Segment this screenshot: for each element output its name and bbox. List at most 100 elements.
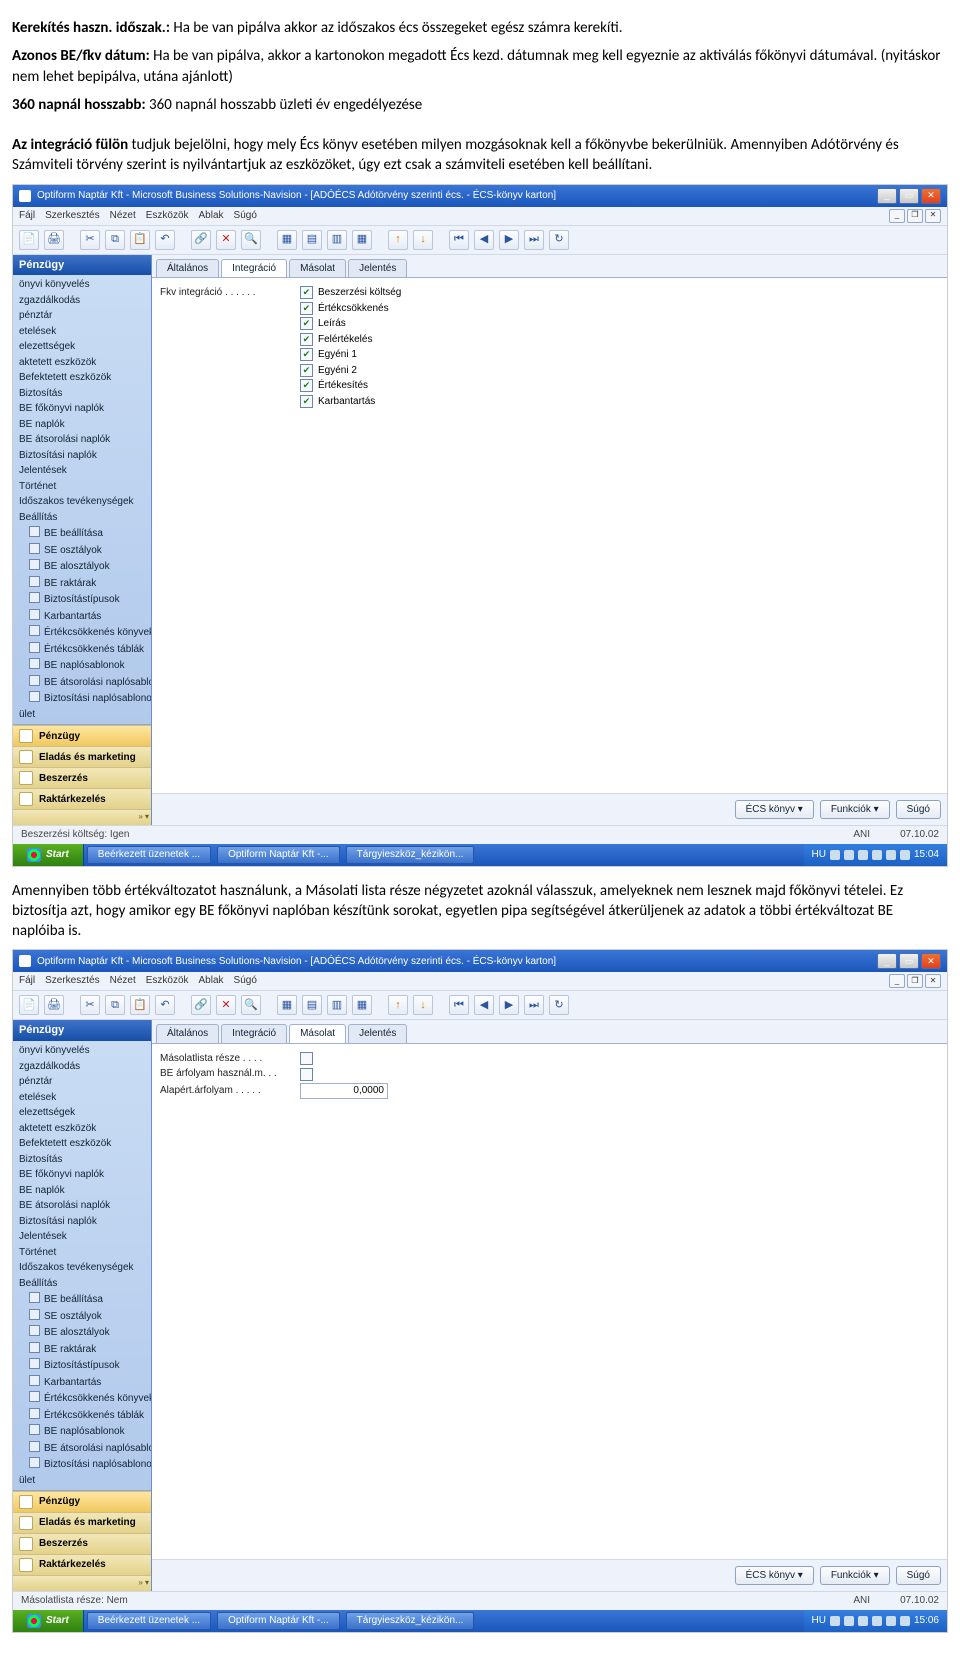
sidebar-subitem[interactable]: Karbantartás — [13, 1374, 151, 1391]
nav-icon[interactable]: ▥ — [327, 230, 347, 250]
sidebar-item[interactable]: ület — [13, 707, 151, 723]
sidebar-item[interactable]: Jelentések — [13, 463, 151, 479]
sidebar-item[interactable]: Időszakos tevékenységek — [13, 494, 151, 510]
checkbox[interactable] — [300, 348, 313, 361]
sidebar-item[interactable]: Történet — [13, 1245, 151, 1261]
next-record-icon[interactable]: ▶ — [499, 230, 519, 250]
sidebar-expand-icon[interactable]: » ▾ — [13, 809, 151, 825]
sidebar-item[interactable]: pénztár — [13, 308, 151, 324]
sort-asc-icon[interactable]: ↑ — [388, 995, 408, 1015]
sidebar-item[interactable]: Jelentések — [13, 1229, 151, 1245]
minimize-button[interactable]: _ — [877, 953, 897, 969]
sidebar-tree[interactable]: önyvi könyvelészgazdálkodáspénztáretelés… — [13, 1041, 151, 1490]
checkbox[interactable] — [300, 395, 313, 408]
menu-item[interactable]: Nézet — [110, 209, 136, 223]
taskbar-item[interactable]: Beérkezett üzenetek ... — [87, 846, 211, 864]
sidebar-section-warehouse[interactable]: Raktárkezelés — [13, 788, 151, 809]
cut-icon[interactable]: ✂ — [80, 230, 100, 250]
find-icon[interactable]: 🔍 — [241, 995, 261, 1015]
new-icon[interactable]: 📄 — [19, 995, 39, 1015]
sidebar-subitem[interactable]: Értékcsökkenés táblák — [13, 1407, 151, 1424]
sidebar-section-finance[interactable]: Pénzügy — [13, 725, 151, 746]
menu-item[interactable]: Súgó — [234, 209, 257, 223]
ecs-book-button[interactable]: ÉCS könyv ▾ — [735, 800, 814, 820]
checkbox[interactable] — [300, 379, 313, 392]
list-icon[interactable]: ▦ — [277, 230, 297, 250]
checkbox[interactable] — [300, 286, 313, 299]
sidebar-item[interactable]: Időszakos tevékenységek — [13, 1260, 151, 1276]
maximize-button[interactable]: ▭ — [899, 188, 919, 204]
sidebar-subitem[interactable]: Biztosítási naplósablonok — [13, 690, 151, 707]
print-icon[interactable]: 🖨 — [44, 230, 64, 250]
sidebar-subitem[interactable]: Értékcsökkenés könyvek — [13, 1390, 151, 1407]
sidebar-item[interactable]: Befektetett eszközök — [13, 370, 151, 386]
menu-item[interactable]: Súgó — [234, 974, 257, 988]
sidebar-section-warehouse[interactable]: Raktárkezelés — [13, 1554, 151, 1575]
sidebar-subitem[interactable]: BE raktárak — [13, 575, 151, 592]
sidebar-item[interactable]: etelések — [13, 1090, 151, 1106]
copy-icon[interactable]: ⧉ — [105, 230, 125, 250]
sidebar-item[interactable]: önyvi könyvelés — [13, 1043, 151, 1059]
grid-icon[interactable]: ▦ — [352, 995, 372, 1015]
sidebar-section-purchase[interactable]: Beszerzés — [13, 1533, 151, 1554]
next-record-icon[interactable]: ▶ — [499, 995, 519, 1015]
sidebar-subitem[interactable]: BE átsorolási naplósablonok — [13, 1440, 151, 1457]
refresh-icon[interactable]: ↻ — [549, 230, 569, 250]
menu-item[interactable]: Szerkesztés — [45, 209, 99, 223]
maximize-button[interactable]: ▭ — [899, 953, 919, 969]
sidebar-subitem[interactable]: BE átsorolási naplósablonok — [13, 674, 151, 691]
sidebar-item[interactable]: BE főkönyvi naplók — [13, 401, 151, 417]
tab-integration[interactable]: Integráció — [221, 259, 287, 278]
nav-icon[interactable]: ▥ — [327, 995, 347, 1015]
sidebar-item[interactable]: zgazdálkodás — [13, 293, 151, 309]
tab-general[interactable]: Általános — [156, 259, 219, 278]
taskbar-item[interactable]: Optiform Naptár Kft -... — [217, 1612, 340, 1630]
sidebar-item[interactable]: BE átsorolási naplók — [13, 1198, 151, 1214]
checkbox[interactable] — [300, 302, 313, 315]
undo-icon[interactable]: ↶ — [155, 995, 175, 1015]
new-icon[interactable]: 📄 — [19, 230, 39, 250]
system-tray[interactable]: HU 15:06 — [804, 1610, 947, 1632]
checkbox[interactable] — [300, 317, 313, 330]
delete-icon[interactable]: ✕ — [216, 230, 236, 250]
sort-desc-icon[interactable]: ↓ — [413, 230, 433, 250]
link-icon[interactable]: 🔗 — [191, 230, 211, 250]
menu-item[interactable]: Eszközök — [146, 209, 189, 223]
sidebar-subitem[interactable]: Biztosítástípusok — [13, 591, 151, 608]
sidebar-subitem[interactable]: BE naplósablonok — [13, 657, 151, 674]
tab-general[interactable]: Általános — [156, 1024, 219, 1043]
tab-copy[interactable]: Másolat — [289, 259, 346, 278]
functions-button[interactable]: Funkciók ▾ — [820, 800, 890, 820]
help-button[interactable]: Súgó — [896, 800, 941, 820]
sidebar-tree[interactable]: önyvi könyvelészgazdálkodáspénztáretelés… — [13, 275, 151, 724]
sidebar-item[interactable]: Biztosítás — [13, 386, 151, 402]
menu-item[interactable]: Szerkesztés — [45, 974, 99, 988]
first-record-icon[interactable]: ⏮ — [449, 995, 469, 1015]
tab-copy[interactable]: Másolat — [289, 1024, 346, 1043]
sidebar-item[interactable]: Történet — [13, 479, 151, 495]
sidebar-subitem[interactable]: BE naplósablonok — [13, 1423, 151, 1440]
sidebar-subitem[interactable]: BE beállítása — [13, 525, 151, 542]
sidebar-item[interactable]: Befektetett eszközök — [13, 1136, 151, 1152]
sidebar-subitem[interactable]: BE beállítása — [13, 1291, 151, 1308]
tab-report[interactable]: Jelentés — [348, 1024, 407, 1043]
taskbar-item[interactable]: Beérkezett üzenetek ... — [87, 1612, 211, 1630]
sidebar-expand-icon[interactable]: » ▾ — [13, 1575, 151, 1591]
tab-report[interactable]: Jelentés — [348, 259, 407, 278]
sidebar-item[interactable]: aktetett eszközök — [13, 1121, 151, 1137]
sidebar-item[interactable]: ület — [13, 1473, 151, 1489]
start-button[interactable]: Start — [13, 844, 84, 866]
sidebar-item[interactable]: Biztosítási naplók — [13, 1214, 151, 1230]
sidebar-item[interactable]: aktetett eszközök — [13, 355, 151, 371]
sidebar-item[interactable]: BE naplók — [13, 1183, 151, 1199]
taskbar-item[interactable]: Tárgyieszköz_kézikön... — [346, 1612, 475, 1630]
checkbox[interactable] — [300, 364, 313, 377]
refresh-icon[interactable]: ↻ — [549, 995, 569, 1015]
menu-item[interactable]: Ablak — [199, 974, 224, 988]
sidebar-item[interactable]: BE naplók — [13, 417, 151, 433]
menu-item[interactable]: Fájl — [19, 209, 35, 223]
sidebar-item[interactable]: pénztár — [13, 1074, 151, 1090]
functions-button[interactable]: Funkciók ▾ — [820, 1566, 890, 1586]
grid-icon[interactable]: ▦ — [352, 230, 372, 250]
sidebar-subitem[interactable]: BE alosztályok — [13, 1324, 151, 1341]
